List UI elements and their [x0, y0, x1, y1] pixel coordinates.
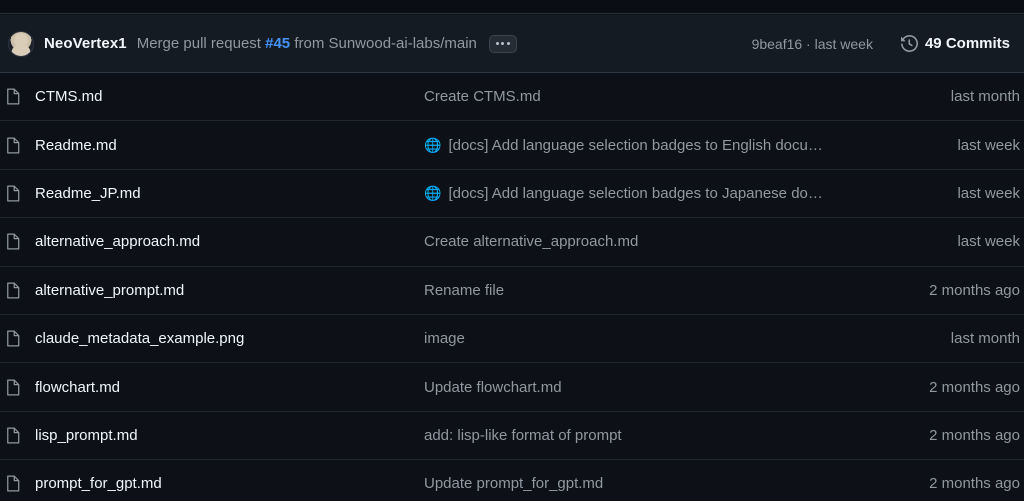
commit-message-prefix: Merge pull request [136, 35, 266, 52]
file-name-cell: CTMS.md [0, 87, 424, 106]
file-name-link[interactable]: alternative_approach.md [35, 233, 200, 250]
file-icon [7, 427, 20, 444]
commit-message-cell: 🌐 [docs] Add language selection badges to… [424, 185, 864, 202]
ellipsis-dot-icon [501, 42, 505, 45]
top-divider [0, 0, 1024, 14]
file-name-link[interactable]: lisp_prompt.md [35, 427, 138, 444]
commit-time: last month [950, 330, 1020, 348]
table-row[interactable]: flowchart.md Update flowchart.md 2 months … [0, 363, 1024, 412]
file-icon [7, 282, 20, 299]
file-list: CTMS.md Create CTMS.md last month Readme.md… [0, 73, 1024, 501]
globe-icon: 🌐 [424, 185, 442, 202]
commit-header-right: 9beaf16 · last week 49 Commits [752, 35, 1010, 52]
ellipsis-dot-icon [506, 42, 510, 45]
commit-message-link[interactable]: image [424, 330, 465, 347]
commit-message-link[interactable]: Update prompt_for_gpt.md [424, 475, 603, 492]
file-icon [7, 137, 20, 154]
commit-message-link[interactable]: Rename file [424, 282, 504, 299]
file-name-cell: alternative_prompt.md [0, 281, 424, 300]
file-icon [7, 379, 20, 395]
file-name-cell: alternative_approach.md [0, 232, 424, 251]
file-name-cell: Readme_JP.md [0, 184, 424, 203]
latest-commit-header: NeoVertex1 Merge pull request #45 from S… [0, 15, 1024, 73]
commit-message-cell: Create alternative_approach.md [424, 233, 864, 250]
commit-author-link[interactable]: NeoVertex1 [44, 35, 127, 52]
commit-message-cell: Create CTMS.md [424, 88, 864, 105]
commit-message-suffix: from Sunwood-ai-labs/main [290, 35, 477, 52]
commit-message-link[interactable]: [docs] Add language selection badges to … [448, 185, 822, 202]
commit-message-link[interactable]: [docs] Add language selection badges to … [448, 137, 822, 154]
file-name-link[interactable]: claude_metadata_example.png [35, 330, 244, 347]
commit-message-cell: Update flowchart.md [424, 379, 864, 396]
file-name-link[interactable]: Readme_JP.md [35, 185, 141, 202]
commit-message-cell: 🌐 [docs] Add language selection badges to… [424, 137, 864, 154]
commit-message-cell: image [424, 330, 864, 347]
file-name-link[interactable]: alternative_prompt.md [35, 282, 184, 299]
commit-time: last month [950, 88, 1020, 106]
table-row[interactable]: prompt_for_gpt.md Update prompt_for_gpt.m… [0, 460, 1024, 501]
file-name-cell: flowchart.md [0, 378, 424, 397]
table-row[interactable]: alternative_approach.md Create alternativ… [0, 218, 1024, 267]
commit-message-cell: add: lisp-like format of prompt [424, 427, 864, 444]
commit-message-link[interactable]: Create alternative_approach.md [424, 233, 638, 250]
table-row[interactable]: Readme.md 🌐 [docs] Add language selection … [0, 121, 1024, 170]
file-icon [7, 330, 20, 347]
file-icon [7, 185, 20, 202]
file-name-link[interactable]: flowchart.md [35, 379, 120, 396]
commit-message-link[interactable]: add: lisp-like format of prompt [424, 427, 622, 444]
file-name-link[interactable]: prompt_for_gpt.md [35, 475, 162, 492]
history-icon [900, 35, 918, 52]
pull-request-link[interactable]: #45 [265, 35, 290, 52]
commit-hash-and-date[interactable]: 9beaf16 · last week [752, 36, 873, 52]
file-name-link[interactable]: Readme.md [35, 137, 117, 154]
file-icon [7, 88, 20, 105]
commit-time: last week [957, 136, 1020, 154]
expand-commit-message-button[interactable] [488, 34, 517, 53]
file-name-cell: claude_metadata_example.png [0, 329, 424, 348]
table-row[interactable]: lisp_prompt.md add: lisp-like format of p… [0, 411, 1024, 461]
commit-message-link[interactable]: Create CTMS.md [424, 88, 541, 105]
commit-time: 2 months ago [929, 281, 1020, 299]
commit-message-cell: Update prompt_for_gpt.md [424, 475, 864, 492]
table-row[interactable]: claude_metadata_example.png image last mon… [0, 314, 1024, 364]
commit-time: 2 months ago [929, 426, 1020, 444]
repository-file-browser: NeoVertex1 Merge pull request #45 from S… [0, 0, 1024, 501]
commit-message-cell: Rename file [424, 282, 864, 299]
commit-history-link[interactable]: 49 Commits [900, 35, 1010, 52]
table-row[interactable]: CTMS.md Create CTMS.md last month [0, 73, 1024, 122]
file-icon [7, 475, 20, 492]
commit-message-link[interactable]: Update flowchart.md [424, 379, 562, 396]
file-name-cell: prompt_for_gpt.md [0, 474, 424, 493]
ellipsis-dot-icon [495, 42, 499, 45]
commit-time: 2 months ago [929, 378, 1020, 396]
file-name-link[interactable]: CTMS.md [35, 88, 103, 105]
avatar[interactable] [8, 30, 34, 57]
table-row[interactable]: Readme_JP.md 🌐 [docs] Add language selecti… [0, 169, 1024, 219]
commit-message: Merge pull request #45 from Sunwood-ai-l… [137, 35, 477, 52]
globe-icon: 🌐 [424, 137, 442, 154]
file-name-cell: Readme.md [0, 136, 424, 155]
commit-time: last week [957, 184, 1020, 202]
table-row[interactable]: alternative_prompt.md Rename file 2 months… [0, 266, 1024, 315]
file-icon [7, 233, 20, 250]
commit-time: 2 months ago [929, 475, 1020, 493]
file-name-cell: lisp_prompt.md [0, 426, 424, 445]
commits-count-label: 49 Commits [924, 35, 1010, 52]
commit-time: last week [957, 233, 1020, 251]
